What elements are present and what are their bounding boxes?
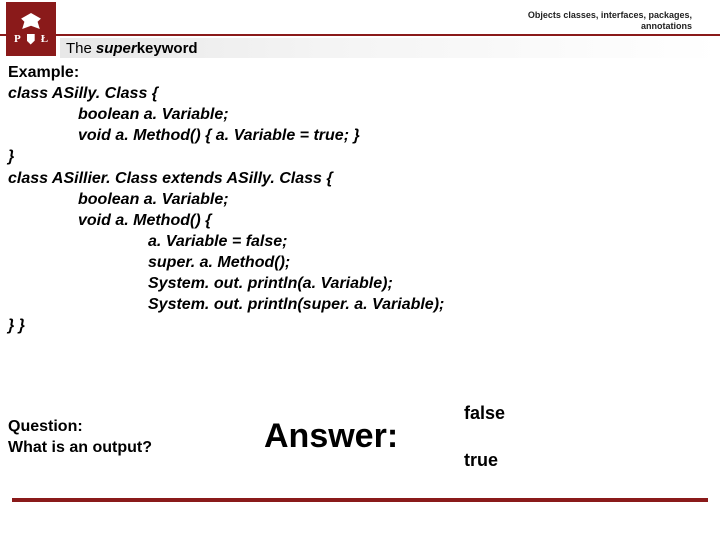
- code-line: System. out. println(super. a. Variable)…: [8, 294, 710, 315]
- answer-value-2: true: [464, 437, 710, 484]
- code-line: } }: [8, 315, 710, 336]
- answer-label: Answer:: [264, 417, 464, 456]
- logo-letters: P Ł: [14, 33, 48, 45]
- logo-letter-p: P: [14, 33, 21, 45]
- question-text: What is an output?: [8, 437, 264, 458]
- breadcrumb-line1: Objects classes, interfaces, packages,: [528, 10, 692, 21]
- answer-value-1: false: [464, 390, 710, 437]
- question-label: Question:: [8, 416, 264, 437]
- example-label: Example:: [8, 62, 710, 83]
- code-line: void a. Method() { a. Variable = true; }: [8, 125, 710, 146]
- eagle-icon: [20, 13, 42, 29]
- footer-rule: [12, 498, 708, 502]
- question-block: Question: What is an output?: [8, 416, 264, 458]
- header-rule: [0, 34, 720, 36]
- breadcrumb-line2: annotations: [528, 21, 692, 32]
- code-line: super. a. Method();: [8, 252, 710, 273]
- slide-body: Example: class ASilly. Class { boolean a…: [8, 62, 710, 336]
- header: Objects classes, interfaces, packages, a…: [0, 0, 720, 58]
- code-line: boolean a. Variable;: [8, 104, 710, 125]
- shield-icon: [27, 34, 35, 45]
- code-line: System. out. println(a. Variable);: [8, 273, 710, 294]
- code-line: boolean a. Variable;: [8, 189, 710, 210]
- logo-letter-l: Ł: [41, 33, 48, 45]
- code-line: }: [8, 146, 710, 167]
- answer-values: false true: [464, 390, 710, 484]
- title-keyword: super: [96, 40, 137, 57]
- title-rest: keyword: [137, 40, 198, 57]
- code-line: class ASilly. Class {: [8, 83, 710, 104]
- breadcrumb: Objects classes, interfaces, packages, a…: [528, 10, 692, 32]
- code-line: a. Variable = false;: [8, 231, 710, 252]
- title-pre: The: [66, 40, 92, 57]
- code-line: class ASillier. Class extends ASilly. Cl…: [8, 168, 710, 189]
- code-line: void a. Method() {: [8, 210, 710, 231]
- slide-title: The super keyword: [60, 38, 720, 58]
- university-logo: P Ł: [6, 2, 56, 56]
- qa-row: Question: What is an output? Answer: fal…: [8, 390, 710, 484]
